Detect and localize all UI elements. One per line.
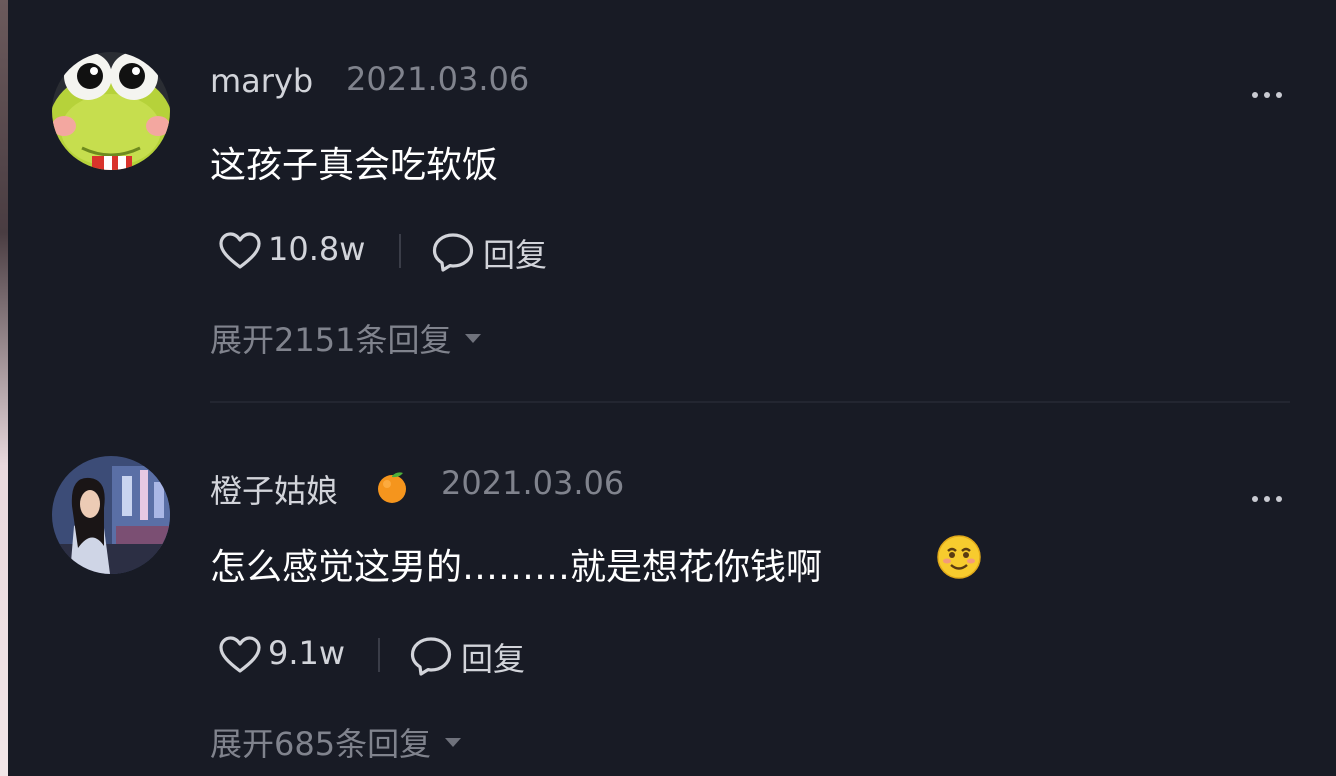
chevron-down-icon [465, 333, 482, 343]
more-options-button[interactable] [1252, 89, 1288, 101]
avatar[interactable] [52, 52, 170, 170]
orange-icon [378, 472, 406, 503]
heart-icon [219, 232, 261, 269]
chevron-down-icon [445, 737, 462, 747]
dot-icon [1252, 496, 1258, 502]
reply-button[interactable]: 回复 [409, 634, 539, 678]
expand-replies-label: 展开2151条回复 [210, 321, 452, 359]
comment-text: 怎么感觉这男的………就是想花你钱啊 [210, 547, 823, 588]
dot-icon [1276, 92, 1282, 98]
like-count: 9.1w [268, 634, 346, 672]
reply-label: 回复 [483, 236, 548, 274]
expand-replies-button[interactable]: 展开2151条回复 [210, 315, 482, 361]
comment-bubble-icon [410, 637, 452, 676]
like-button[interactable]: 10.8w [218, 230, 378, 274]
reply-button[interactable]: 回复 [431, 230, 561, 274]
frog-avatar-icon [52, 52, 170, 170]
left-edge-strip [0, 0, 8, 776]
comment-text: 这孩子真会吃软饭 [210, 145, 499, 186]
comment-bubble-icon [432, 233, 474, 272]
dot-icon [1252, 92, 1258, 98]
expand-replies-label: 展开685条回复 [210, 725, 432, 763]
like-button[interactable]: 9.1w [218, 634, 358, 678]
comment-date: 2021.03.06 [441, 464, 625, 502]
username[interactable]: maryb [210, 62, 313, 100]
comment-list-page: maryb 2021.03.06 这孩子真会吃软饭 10.8w 回复 展开215… [0, 0, 1336, 776]
like-count: 10.8w [268, 230, 366, 268]
action-divider [399, 234, 401, 268]
dot-icon [1264, 92, 1270, 98]
smiling-face-icon [937, 535, 981, 579]
girl-photo-avatar-icon [52, 456, 170, 574]
username[interactable]: 橙子姑娘 [210, 466, 338, 512]
dot-icon [1264, 496, 1270, 502]
comment-date: 2021.03.06 [346, 60, 530, 98]
reply-label: 回复 [461, 640, 526, 678]
avatar[interactable] [52, 456, 170, 574]
heart-icon [219, 636, 261, 673]
dot-icon [1276, 496, 1282, 502]
comment-separator [210, 401, 1290, 403]
more-options-button[interactable] [1252, 493, 1288, 505]
action-divider [378, 638, 380, 672]
expand-replies-button[interactable]: 展开685条回复 [210, 719, 462, 765]
